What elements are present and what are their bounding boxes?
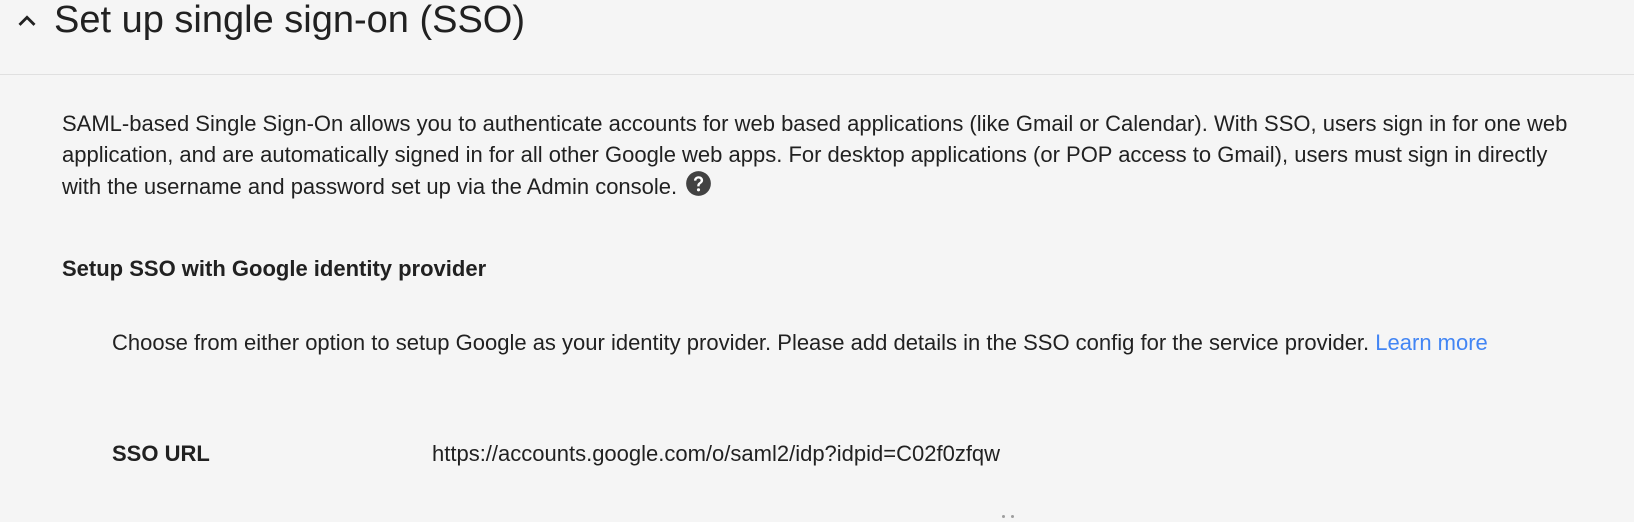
chevron-up-icon[interactable] <box>10 4 44 38</box>
sso-description-text: SAML-based Single Sign-On allows you to … <box>62 111 1568 199</box>
section-title: Set up single sign-on (SSO) <box>54 0 526 41</box>
sso-url-value[interactable]: https://accounts.google.com/o/saml2/idp?… <box>432 438 1000 470</box>
idp-heading: Setup SSO with Google identity provider <box>62 256 487 281</box>
next-row-partial <box>1000 515 1016 522</box>
learn-more-link[interactable]: Learn more <box>1375 330 1488 355</box>
idp-intro-text: Choose from either option to setup Googl… <box>112 330 1370 355</box>
sso-url-row: SSO URL https://accounts.google.com/o/sa… <box>112 438 1592 470</box>
section-header: Set up single sign-on (SSO) <box>0 0 1634 75</box>
help-circle-icon[interactable] <box>685 170 712 197</box>
sso-settings-panel: Set up single sign-on (SSO) SAML-based S… <box>0 0 1634 522</box>
idp-intro: Choose from either option to setup Googl… <box>112 327 1562 358</box>
sso-url-label: SSO URL <box>112 441 210 466</box>
sso-description: SAML-based Single Sign-On allows you to … <box>62 108 1592 202</box>
